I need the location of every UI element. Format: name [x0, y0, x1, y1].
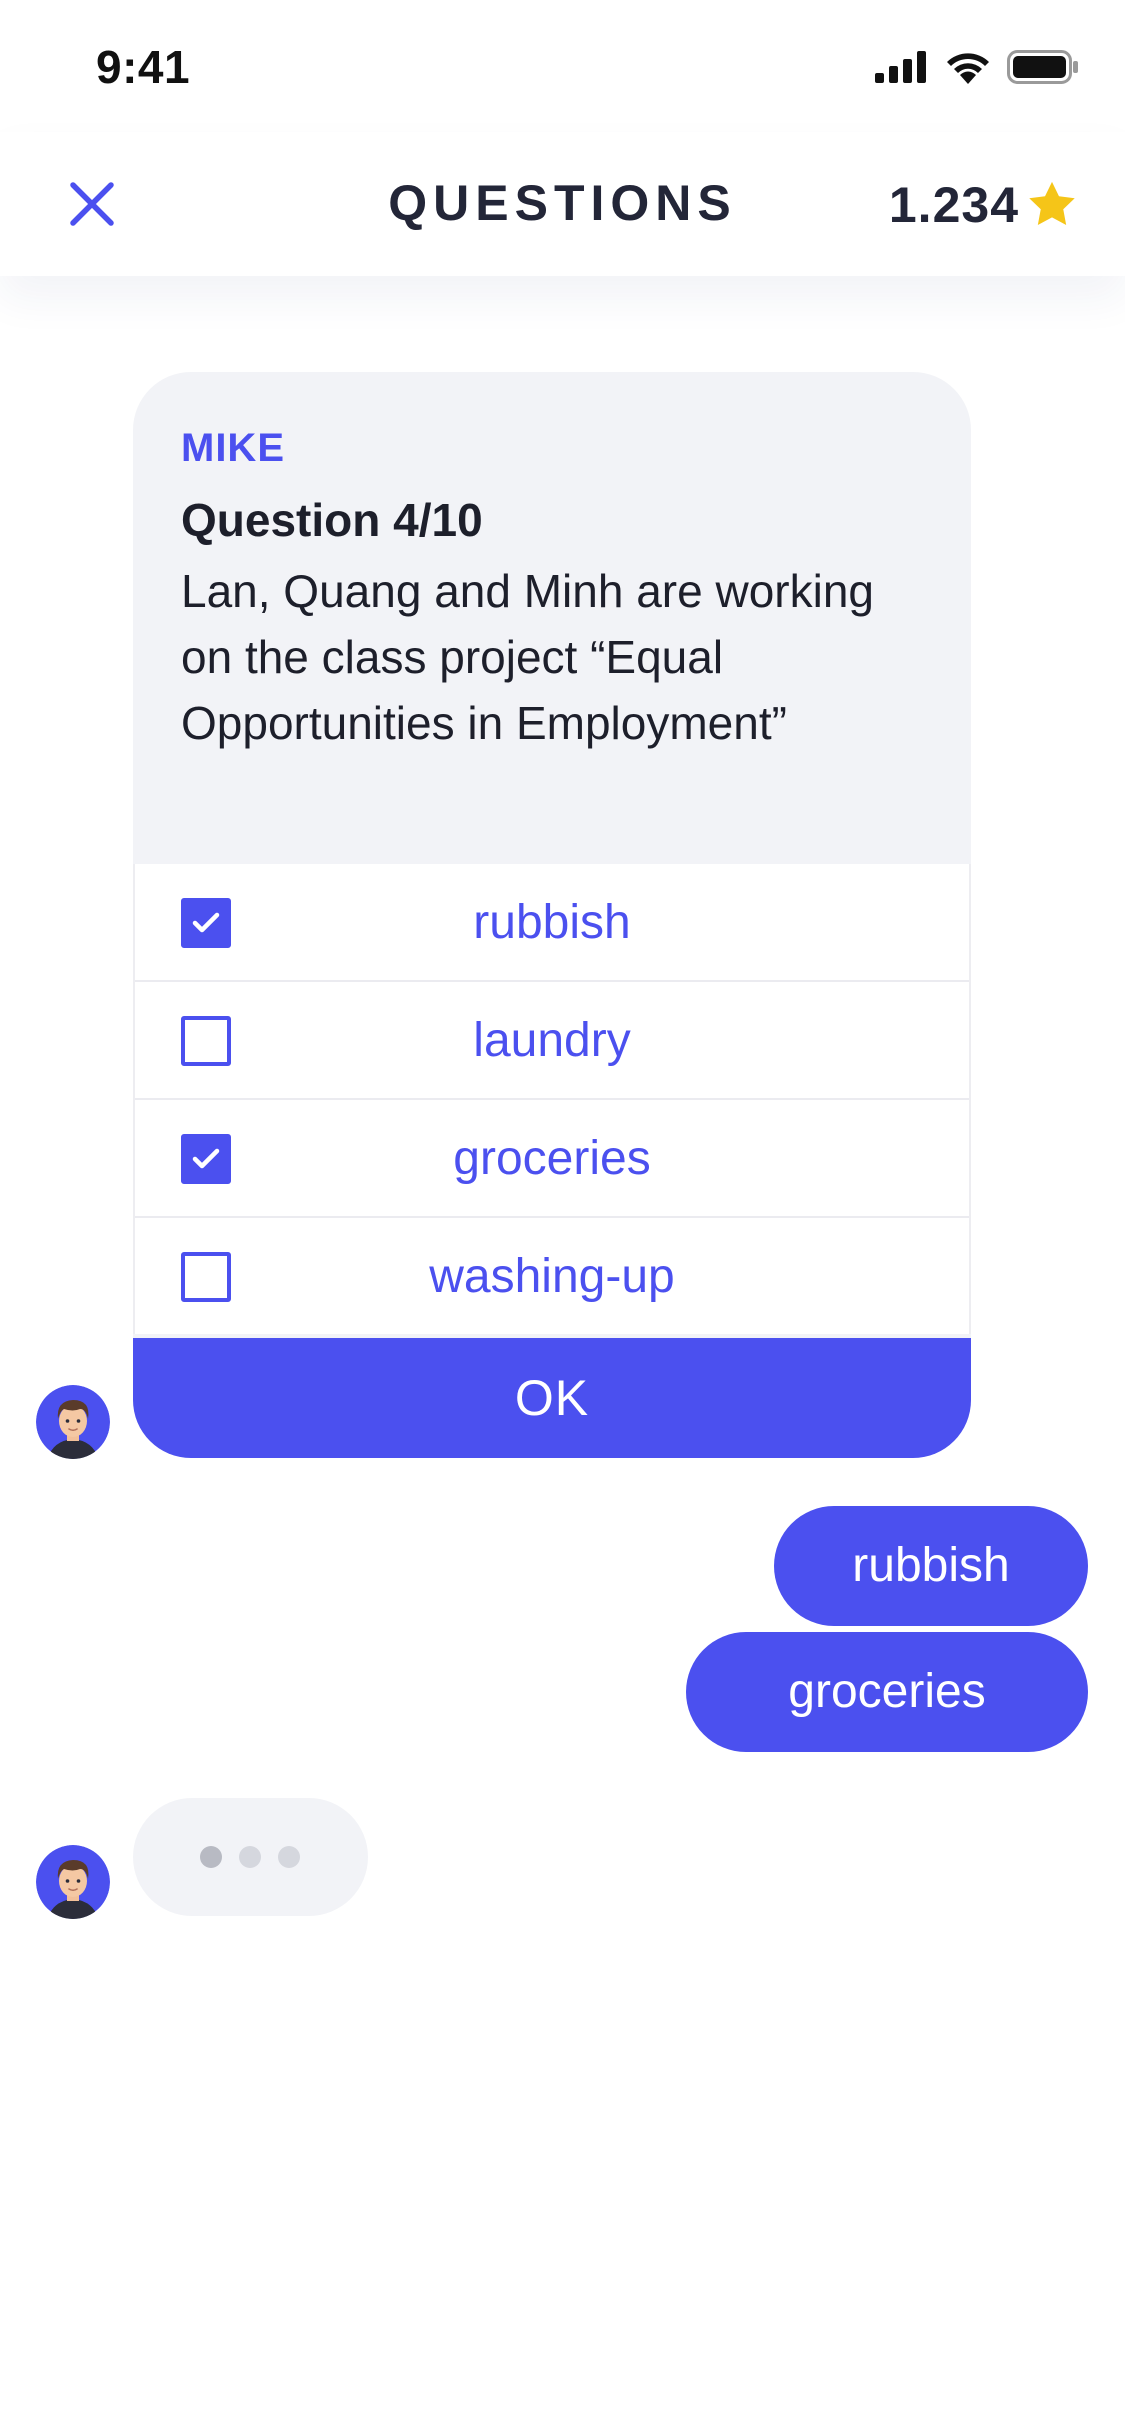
status-time: 9:41: [96, 41, 191, 93]
option-row-groceries[interactable]: groceries: [135, 1098, 969, 1216]
ok-button[interactable]: OK: [133, 1338, 971, 1458]
question-card: MIKE Question 4/10 Lan, Quang and Minh a…: [133, 372, 971, 1458]
header: QUESTIONS 1.234: [0, 132, 1125, 276]
sender-name: MIKE: [181, 426, 285, 470]
status-bar: 9:41: [0, 0, 1125, 132]
star-icon: [1029, 181, 1075, 226]
question-number: Question 4/10: [181, 494, 483, 546]
status-icons: [875, 50, 1079, 84]
typing-indicator: [133, 1798, 368, 1916]
option-row-laundry[interactable]: laundry: [135, 980, 969, 1098]
answer-options: rubbish laundry groceries washing-up: [133, 864, 971, 1334]
score-display: 1.234: [889, 176, 1079, 234]
option-label: laundry: [473, 1014, 631, 1067]
option-row-rubbish[interactable]: rubbish: [135, 864, 969, 980]
reply-bubble[interactable]: rubbish: [774, 1506, 1088, 1626]
mike-avatar: [36, 1845, 110, 1919]
wifi-icon: [947, 53, 989, 84]
battery-icon: [1007, 50, 1078, 84]
option-row-washing-up[interactable]: washing-up: [135, 1216, 969, 1334]
option-label: washing-up: [429, 1250, 675, 1303]
score-value: 1.234: [888, 177, 1019, 233]
cellular-signal-icon: [875, 51, 926, 83]
option-label: rubbish: [473, 896, 631, 949]
question-card-body: MIKE Question 4/10 Lan, Quang and Minh a…: [133, 372, 971, 864]
typing-dot: [278, 1846, 300, 1868]
reply-bubble[interactable]: groceries: [686, 1632, 1088, 1752]
option-label: groceries: [453, 1132, 651, 1185]
mike-avatar: [36, 1385, 110, 1459]
question-text: Lan, Quang and Minh are working on the c…: [181, 565, 874, 749]
typing-dot: [239, 1846, 261, 1868]
typing-dot: [200, 1846, 222, 1868]
